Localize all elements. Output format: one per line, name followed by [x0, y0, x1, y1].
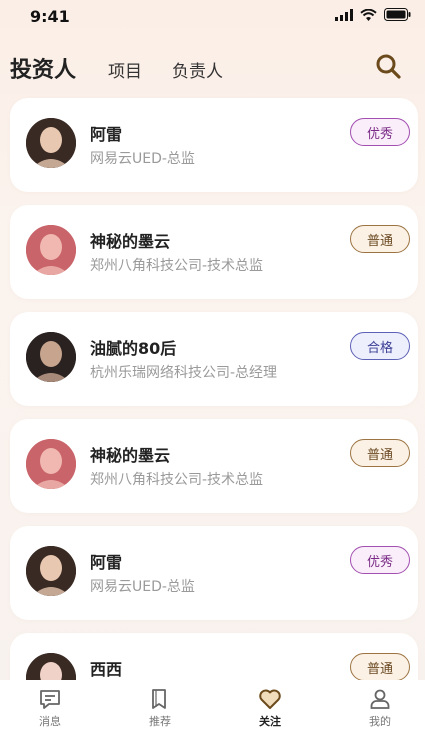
investor-title: 郑州八角科技公司-技术总监: [90, 258, 264, 274]
investor-name: 油腻的80后: [90, 339, 177, 358]
investor-name: 神秘的墨云: [90, 446, 171, 465]
rating-badge: 普通: [350, 439, 410, 467]
investor-name: 神秘的墨云: [90, 232, 171, 251]
tab-messages[interactable]: 消息: [20, 687, 80, 729]
message-icon: [40, 690, 60, 709]
avatar-image: [26, 118, 76, 168]
avatar[interactable]: [26, 546, 76, 596]
avatar[interactable]: [26, 225, 76, 275]
investor-card[interactable]: 神秘的墨云 郑州八角科技公司-技术总监 普通: [10, 419, 418, 513]
tab-follow[interactable]: 关注: [240, 687, 300, 729]
avatar[interactable]: [26, 118, 76, 168]
tab-messages-label: 消息: [39, 715, 61, 728]
investor-title: 杭州乐瑞网络科技公司-总经理: [90, 365, 278, 381]
avatar-image: [26, 546, 76, 596]
avatar-image: [26, 439, 76, 489]
investor-name: 阿雷: [90, 125, 123, 144]
investor-name: 西西: [90, 660, 123, 679]
avatar-image: [26, 332, 76, 382]
investor-name: 阿雷: [90, 553, 123, 572]
avatar[interactable]: [26, 332, 76, 382]
avatar-image: [26, 225, 76, 275]
wifi-icon: [360, 8, 377, 21]
tab-follow-label: 关注: [259, 715, 281, 728]
status-time: 9:41: [30, 7, 70, 26]
heart-icon: [259, 689, 281, 709]
bottom-tab-bar: 消息 推荐 关注 我的: [0, 680, 425, 746]
tab-project[interactable]: 项目: [108, 57, 142, 82]
avatar[interactable]: [26, 439, 76, 489]
battery-icon: [384, 8, 411, 21]
tab-mine[interactable]: 我的: [350, 687, 410, 729]
investor-card[interactable]: 油腻的80后 杭州乐瑞网络科技公司-总经理 合格: [10, 312, 418, 406]
rating-badge: 合格: [350, 332, 410, 360]
tab-mine-label: 我的: [369, 715, 391, 728]
investor-card[interactable]: 神秘的墨云 郑州八角科技公司-技术总监 普通: [10, 205, 418, 299]
signal-icon: [335, 8, 353, 21]
tab-recommend-label: 推荐: [149, 715, 171, 728]
user-icon: [370, 689, 390, 709]
top-nav: 投资人 项目 负责人: [0, 48, 425, 88]
rating-badge: 普通: [350, 653, 410, 681]
rating-badge: 优秀: [350, 546, 410, 574]
search-icon[interactable]: [374, 52, 402, 80]
bookmark-icon: [152, 689, 166, 709]
investor-title: 网易云UED-总监: [90, 579, 195, 595]
status-bar: 9:41: [0, 0, 425, 34]
rating-badge: 优秀: [350, 118, 410, 146]
tab-investor[interactable]: 投资人: [10, 52, 76, 84]
investor-card[interactable]: 阿雷 网易云UED-总监 优秀: [10, 526, 418, 620]
status-icons: [335, 8, 411, 21]
investor-title: 郑州八角科技公司-技术总监: [90, 472, 264, 488]
investor-card[interactable]: 阿雷 网易云UED-总监 优秀: [10, 98, 418, 192]
rating-badge: 普通: [350, 225, 410, 253]
tab-owner[interactable]: 负责人: [172, 57, 223, 82]
tab-recommend[interactable]: 推荐: [130, 687, 190, 729]
investor-title: 网易云UED-总监: [90, 151, 195, 167]
